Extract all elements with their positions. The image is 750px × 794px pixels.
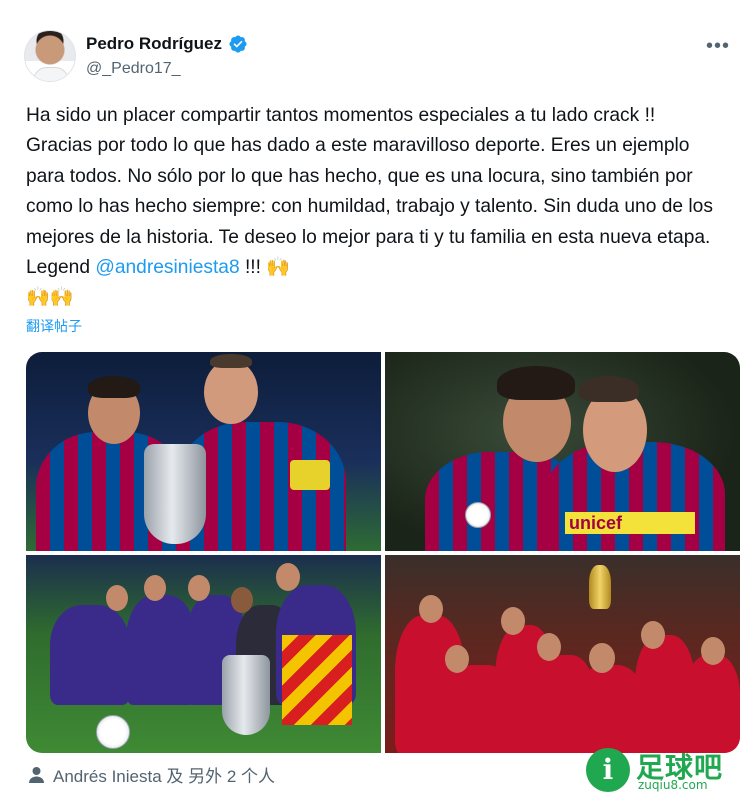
- tweet-body: Ha sido un placer compartir tantos momen…: [26, 105, 713, 279]
- tweet-text: Ha sido un placer compartir tantos momen…: [26, 101, 726, 314]
- watermark-logo-icon: i: [586, 748, 630, 792]
- person-icon: [29, 766, 44, 783]
- author-name-line: Pedro Rodríguez: [86, 34, 248, 54]
- watermark-domain: zuqiu8.com: [638, 778, 708, 792]
- photo-champions-league-celebration[interactable]: [26, 555, 381, 753]
- photo-world-cup-celebration[interactable]: [385, 555, 740, 753]
- media-grid: unicef: [26, 352, 740, 753]
- tagged-people[interactable]: Andrés Iniesta 及 另外 2 个人: [28, 762, 275, 787]
- author-avatar[interactable]: [24, 30, 76, 82]
- photo-embrace[interactable]: unicef: [385, 352, 740, 551]
- emoji-line: 🙌🙌: [26, 287, 74, 309]
- mention-link[interactable]: @andresiniesta8: [95, 257, 239, 278]
- tweet-body-end: !!! 🙌: [239, 257, 291, 279]
- more-horizontal-icon[interactable]: •••: [706, 36, 730, 56]
- tweet-header: Pedro Rodríguez @_Pedro17_ •••: [24, 30, 734, 84]
- site-watermark: i 足球吧 zuqiu8.com: [586, 746, 746, 794]
- photo-supercup-trophy[interactable]: [26, 352, 381, 551]
- author-name[interactable]: Pedro Rodríguez: [86, 34, 222, 54]
- tagged-people-text[interactable]: Andrés Iniesta 及 另外 2 个人: [53, 762, 275, 787]
- translate-post-link[interactable]: 翻译帖子: [26, 316, 82, 336]
- author-handle[interactable]: @_Pedro17_: [86, 60, 181, 78]
- verified-badge-icon: [229, 35, 247, 53]
